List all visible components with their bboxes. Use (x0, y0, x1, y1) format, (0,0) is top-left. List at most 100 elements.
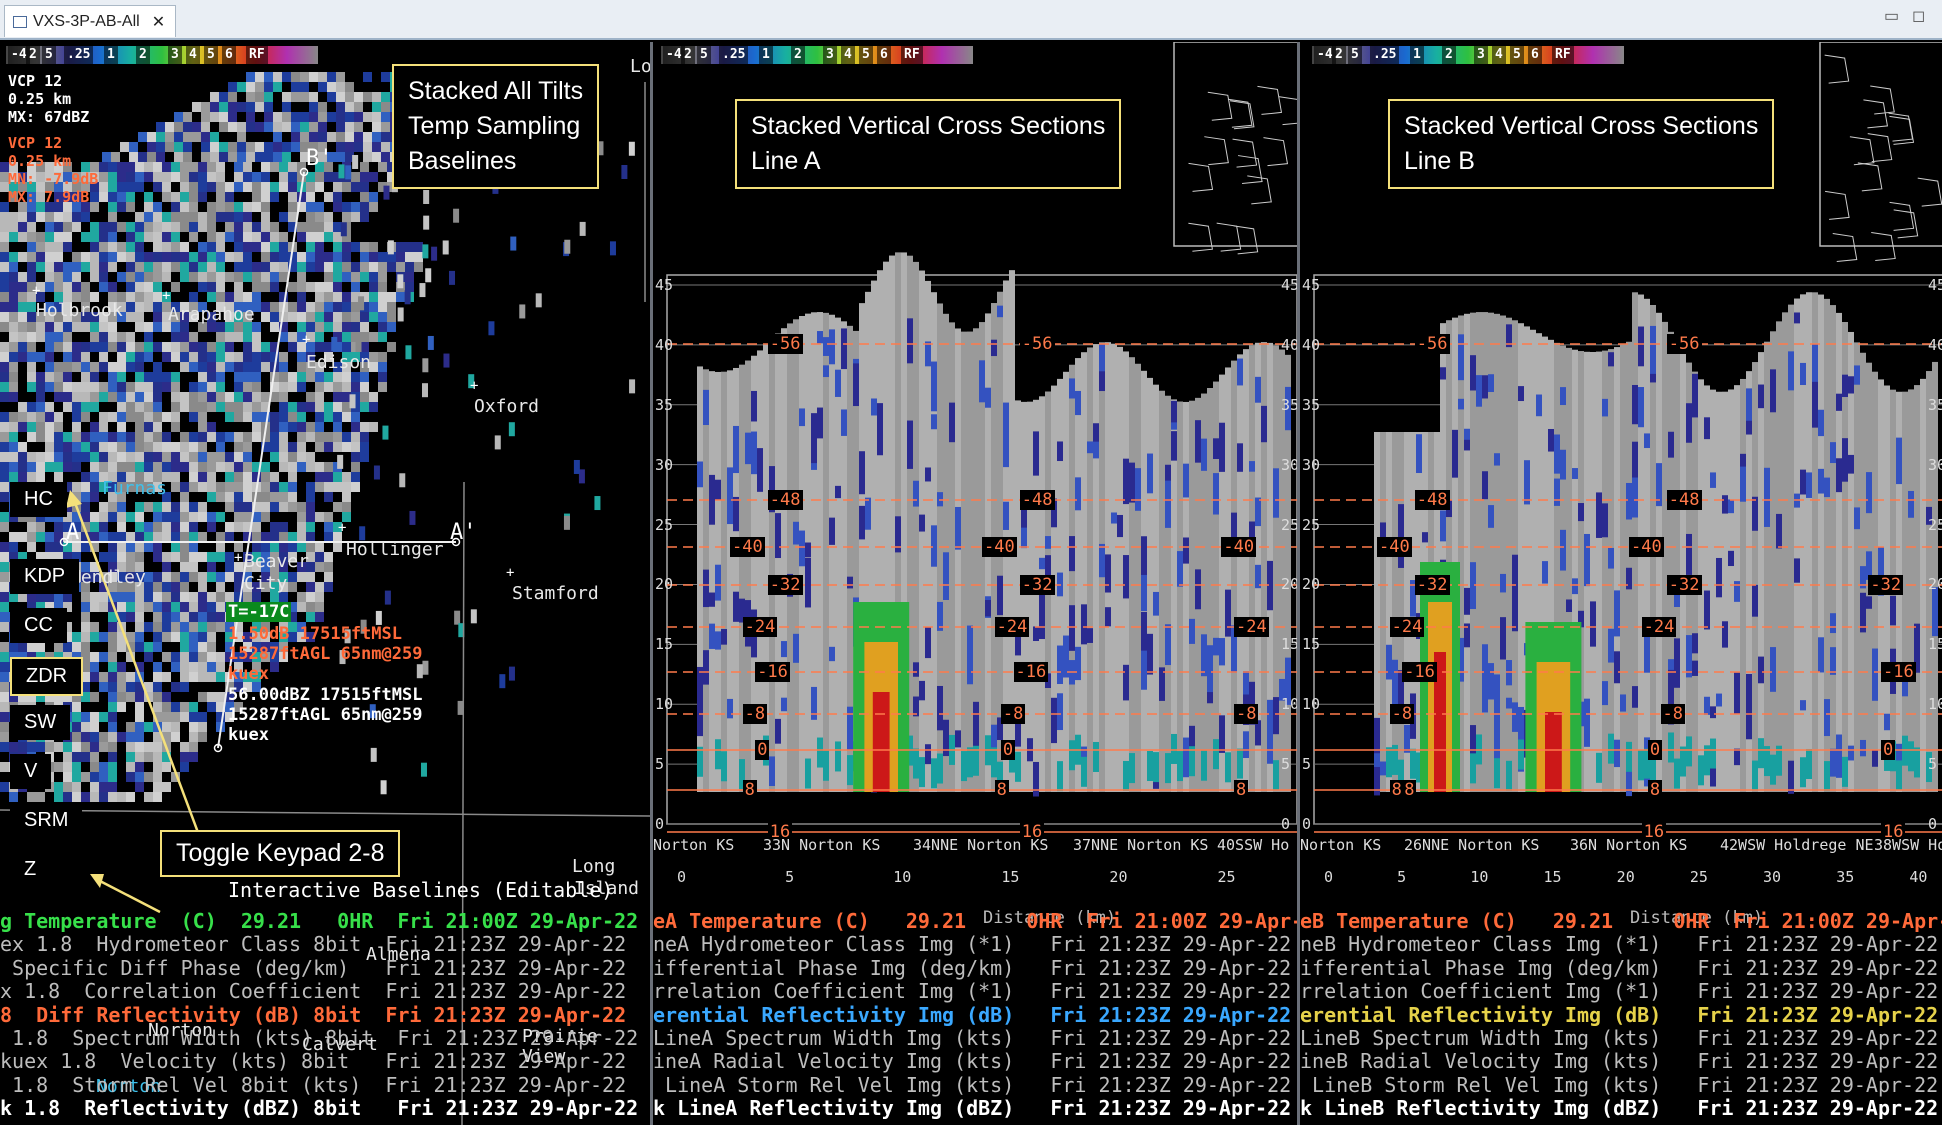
cross-section-a-pane[interactable]: -4 2 5.25 1 2 3 4 5 6 RF Stacked Vertical Cross S… (653, 42, 1297, 1125)
keypad-button-cc[interactable]: CC (10, 608, 67, 643)
keypad-button-z[interactable]: Z (10, 852, 51, 887)
echo-patch (1093, 741, 1099, 772)
radar-bin (318, 82, 327, 92)
legend-entry[interactable]: 1.8 Storm Rel Vel 8bit (kts) Fri 21:23Z … (0, 1073, 638, 1097)
radar-bin (264, 72, 273, 82)
radar-bin (333, 282, 342, 292)
radar-bin (81, 262, 90, 272)
legend-entry[interactable]: Specific Diff Phase (deg/km) Fri 21:23Z … (0, 956, 638, 980)
radar-bin (117, 462, 126, 472)
radar-bin (180, 532, 189, 542)
echo-patch (1033, 626, 1039, 642)
echo-patch (1003, 402, 1009, 435)
echo-patch (1746, 388, 1752, 421)
legend-entry[interactable]: erential Reflectivity Img (dB) Fri 21:23… (653, 1003, 1297, 1027)
radar-bin (189, 252, 198, 262)
radar-bin (315, 612, 324, 622)
legend-entry[interactable]: LineB Storm Rel Vel Img (kts) Fri 21:23Z… (1300, 1073, 1942, 1097)
legend-entry[interactable]: neA Hydrometeor Class Img (*1) Fri 21:23… (653, 932, 1297, 956)
radar-bin (315, 412, 324, 422)
baseline-b-prime-label[interactable]: B' (306, 146, 333, 171)
legend-entry[interactable]: ifferential Phase Img (deg/km) Fri 21:23… (653, 956, 1297, 980)
radar-bin (102, 152, 111, 162)
radar-bin (279, 502, 288, 512)
isotherm-label: -24 (742, 617, 778, 637)
radar-plan-view-pane[interactable]: + + + + + + + -4 2 5.25 1 2 3 4 5 6 RF VCP 12 0.25 km M… (0, 42, 650, 1125)
echo-patch (1734, 672, 1740, 714)
radar-bin (18, 442, 27, 452)
legend-entry[interactable]: ifferential Phase Img (deg/km) Fri 21:23… (1300, 956, 1942, 980)
legend-entry[interactable]: neB Hydrometeor Class Img (*1) Fri 21:23… (1300, 932, 1942, 956)
legend-entry[interactable]: ineA Radial Velocity Img (kts) Fri 21:23… (653, 1050, 1297, 1074)
keypad-button-v[interactable]: V (10, 754, 52, 789)
baseline-a-prime-label[interactable]: A' (450, 520, 477, 545)
radar-bin (252, 392, 261, 402)
legend-entry[interactable]: k 1.8 Reflectivity (dBZ) 8bit Fri 21:23Z… (0, 1096, 638, 1120)
echo-patch (1896, 437, 1902, 485)
radar-bin (162, 552, 171, 562)
radar-bin (99, 512, 108, 522)
legend-entry[interactable]: 1.8 Spectrum Width (kts) 8bit Fri 21:23Z… (0, 1026, 638, 1050)
color-bar-tick-label: 4 (1492, 46, 1506, 64)
echo-patch (1494, 758, 1500, 789)
radar-bin (18, 402, 27, 412)
radar-bin (216, 662, 225, 672)
vcp-info-z: VCP 12 0.25 km MX: 67dBZ (8, 72, 89, 126)
echo-patch (1764, 467, 1770, 502)
radar-bin (126, 172, 135, 182)
radar-bin (171, 422, 180, 432)
maximize-icon[interactable]: ◻ (1912, 6, 1925, 26)
legend-entry[interactable]: rrelation Coefficient Img (*1) Fri 21:23… (1300, 979, 1942, 1003)
legend-entry[interactable]: LineB Spectrum Width Img (kts) Fri 21:23… (1300, 1026, 1942, 1050)
cross-section-b-pane[interactable]: -4 2 5.25 1 2 3 4 5 6 RF Stacked Vertical Cross S… (1300, 42, 1942, 1125)
echo-column (967, 331, 973, 792)
legend-entry[interactable]: x 1.8 Correlation Coefficient Fri 21:23Z… (0, 979, 638, 1003)
radar-bin (135, 382, 144, 392)
legend-entry[interactable]: ex 1.8 Hydrometeor Class 8bit Fri 21:23Z… (0, 932, 638, 956)
keypad-button-hc[interactable]: HC (10, 482, 67, 517)
keypad-button-zdr[interactable]: ZDR (10, 657, 84, 696)
legend-entry[interactable]: LineA Spectrum Width Img (kts) Fri 21:23… (653, 1026, 1297, 1050)
legend-entry[interactable]: erential Reflectivity Img (dB) Fri 21:23… (1300, 1003, 1942, 1027)
legend-entry[interactable]: LineA Storm Rel Vel Img (kts) Fri 21:23Z… (653, 1073, 1297, 1097)
close-icon[interactable]: ✕ (152, 12, 165, 32)
radar-bin (27, 402, 36, 412)
legend-entry[interactable]: k LineB Reflectivity Img (dBZ) Fri 21:23… (1300, 1096, 1942, 1120)
radar-bin (138, 132, 147, 142)
radar-bin (99, 552, 108, 562)
radar-bin (351, 422, 360, 432)
radar-bin (228, 142, 237, 152)
echo-patch (1686, 403, 1692, 443)
radar-bin (198, 642, 207, 652)
radar-bin (297, 352, 306, 362)
radar-bin (273, 82, 282, 92)
legend-entry[interactable]: 8 Diff Reflectivity (dB) 8bit Fri 21:23Z… (0, 1003, 638, 1027)
echo-patch (1668, 431, 1674, 458)
radar-bin (144, 222, 153, 232)
legend-entry[interactable]: g Temperature (C) 29.21 0HR Fri 21:00Z 2… (0, 909, 638, 933)
radar-bin (180, 742, 189, 752)
radar-bin (309, 72, 318, 82)
radar-bin (252, 412, 261, 422)
keypad-button-kdp[interactable]: KDP (10, 559, 80, 594)
keypad-button-srm[interactable]: SRM (10, 803, 83, 838)
radar-bin (108, 682, 117, 692)
echo-patch (1201, 750, 1207, 781)
legend-entry[interactable]: k LineA Reflectivity Img (dBZ) Fri 21:23… (653, 1096, 1297, 1120)
radar-bin (381, 92, 390, 102)
radar-bin (324, 232, 333, 242)
keypad-button-sw[interactable]: SW (10, 705, 71, 740)
legend-entry[interactable]: kuex 1.8 Velocity (kts) 8bit Fri 21:23Z … (0, 1050, 638, 1074)
minimize-icon[interactable]: ▭ (1884, 6, 1899, 26)
legend-entry[interactable]: eA Temperature (C) 29.21 0HR Fri 21:00Z … (653, 909, 1297, 933)
legend-entry[interactable]: rrelation Coefficient Img (*1) Fri 21:23… (653, 979, 1297, 1003)
radar-bin (243, 172, 252, 182)
radar-bin (27, 472, 36, 482)
radar-bin (351, 212, 360, 222)
baseline-a-label[interactable]: A (66, 520, 79, 545)
echo-patch (745, 432, 751, 449)
legend-entry[interactable]: ineB Radial Velocity Img (kts) Fri 21:23… (1300, 1050, 1942, 1074)
tab-vxs-3p-ab-all[interactable]: VXS-3P-AB-All ✕ (4, 5, 177, 37)
legend-entry[interactable]: eB Temperature (C) 29.21 0HR Fri 21:00Z … (1300, 909, 1942, 933)
radar-bin (352, 154, 359, 169)
